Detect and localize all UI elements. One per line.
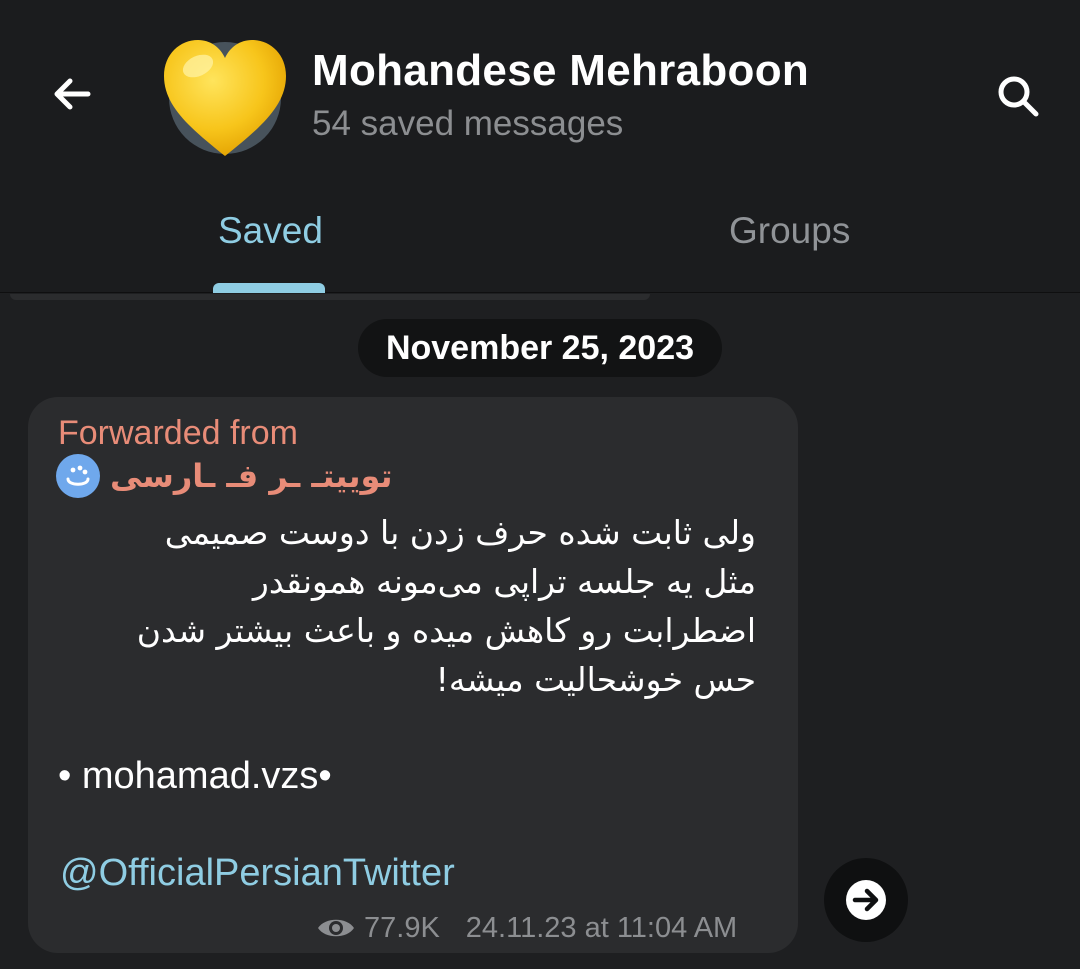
- search-icon: [998, 76, 1039, 117]
- forwarded-source-name: توییتـ ـر فـ ـارسی: [110, 457, 393, 495]
- channel-logo-icon: [56, 454, 100, 498]
- share-button[interactable]: [824, 858, 908, 942]
- forwarded-source[interactable]: توییتـ ـر فـ ـارسی: [56, 452, 393, 500]
- eye-icon: [318, 919, 354, 937]
- message-line: اضطرابت رو کاهش میده و باعث بیشتر شدن: [136, 611, 756, 650]
- share-arrow-icon: [846, 880, 886, 920]
- message-line: حس خوشحالیت میشه!: [435, 660, 756, 699]
- active-tab-indicator: [213, 283, 325, 293]
- yellow-heart-icon: [164, 40, 286, 156]
- saved-count: 54 saved messages: [312, 104, 624, 143]
- tab-saved[interactable]: Saved: [218, 210, 323, 252]
- back-button[interactable]: [40, 62, 104, 126]
- forwarded-label: Forwarded from: [58, 414, 298, 452]
- chat-title: Mohandese Mehraboon: [312, 46, 810, 95]
- avatar[interactable]: [160, 36, 290, 161]
- search-button[interactable]: [982, 64, 1054, 128]
- chat-header: Mohandese Mehraboon 54 saved messages Sa…: [0, 0, 1080, 293]
- message-meta: 77.9K 24.11.23 at 11:04 AM: [316, 908, 737, 948]
- back-arrow-icon: [54, 78, 91, 110]
- tab-groups[interactable]: Groups: [729, 210, 850, 252]
- channel-link[interactable]: @OfficialPersianTwitter: [60, 852, 455, 895]
- message-timestamp: 24.11.23 at 11:04 AM: [465, 911, 738, 944]
- date-separator: November 25, 2023: [358, 319, 722, 377]
- author-tag: • mohamad.vzs•: [58, 755, 332, 797]
- previous-message-edge: [10, 294, 650, 300]
- message-line: ولی ثابت شده حرف زدن با دوست صمیمی: [164, 513, 756, 552]
- view-count: 77.9K: [364, 911, 440, 944]
- message-text: ولی ثابت شده حرف زدن با دوست صمیمی مثل ی…: [60, 508, 756, 704]
- message-line: مثل یه جلسه تراپی می‌مونه همونقدر: [252, 562, 756, 601]
